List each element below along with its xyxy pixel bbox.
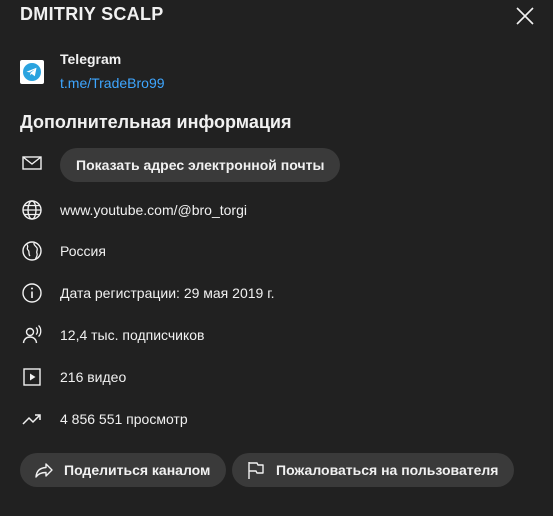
globe-icon [22,200,42,220]
videos-row: 216 видео [20,363,520,391]
report-user-button[interactable]: Пожаловаться на пользователя [232,453,515,487]
details-heading: Дополнительная информация [20,112,292,132]
views-text: 4 856 551 просмотр [60,411,188,427]
subscribers-icon [22,325,42,344]
video-icon [23,368,41,386]
country-row: Россия [20,237,520,265]
joined-row: Дата регистрации: 29 мая 2019 г. [20,279,520,307]
flag-icon [248,462,264,479]
share-channel-button[interactable]: Поделиться каналом [20,453,227,487]
videos-text: 216 видео [60,369,127,385]
close-button[interactable] [513,4,537,28]
close-icon [516,7,534,25]
trending-icon [22,414,41,425]
dialog-title: DMITRIY SCALP [20,4,164,24]
telegram-icon [20,60,44,84]
info-icon [22,283,42,303]
subscribers-text: 12,4 тыс. подписчиков [60,327,205,343]
report-label: Пожаловаться на пользователя [276,462,499,478]
subscribers-row: 12,4 тыс. подписчиков [20,321,520,349]
country-text: Россия [60,243,106,259]
link-url[interactable]: t.me/TradeBro99 [60,75,165,91]
share-label: Поделиться каналом [64,462,211,478]
joined-text: Дата регистрации: 29 мая 2019 г. [60,285,275,301]
link-name: Telegram [60,51,122,67]
website-row: www.youtube.com/@bro_torgi [20,196,520,224]
earth-icon [22,241,42,261]
show-email-button[interactable]: Показать адрес электронной почты [60,148,341,182]
website-link[interactable]: www.youtube.com/@bro_torgi [60,202,247,218]
mail-icon [22,156,42,170]
share-icon [35,463,53,478]
views-row: 4 856 551 просмотр [20,405,520,433]
